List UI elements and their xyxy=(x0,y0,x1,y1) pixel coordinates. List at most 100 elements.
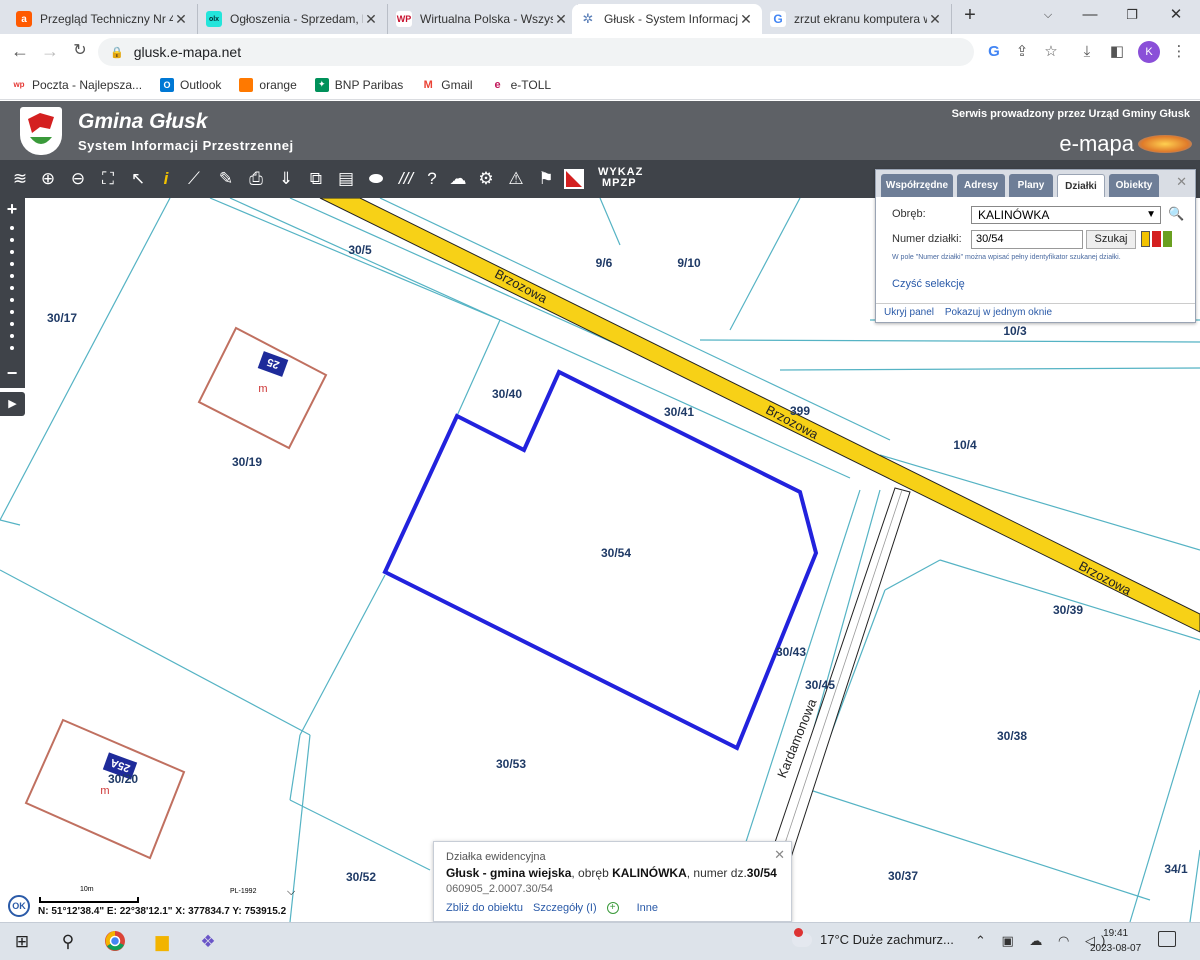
window-icon[interactable]: ▤ xyxy=(334,167,358,191)
zoom-step[interactable] xyxy=(10,346,14,350)
close-popup-icon[interactable]: ✕ xyxy=(774,847,785,863)
copilot-icon[interactable]: ❖ xyxy=(196,930,220,954)
search-icon[interactable]: 🔍 xyxy=(1168,206,1184,222)
close-tab-icon[interactable]: ✕ xyxy=(553,11,569,28)
tab-wspolrzedne[interactable]: Współrzędne xyxy=(881,174,953,197)
bookmark-gmail[interactable]: M Gmail xyxy=(421,77,473,92)
reload-button[interactable]: ↻ xyxy=(68,40,92,64)
tab-adresy[interactable]: Adresy xyxy=(957,174,1005,197)
zoom-out-icon[interactable]: ⊖ xyxy=(66,167,90,191)
other-link[interactable]: Inne xyxy=(637,902,658,914)
details-link[interactable]: Szczegóły (I) xyxy=(533,902,597,914)
zoom-step[interactable] xyxy=(10,238,14,242)
back-button[interactable]: ← xyxy=(8,40,32,64)
ok-button[interactable]: OK xyxy=(8,895,30,917)
lock-icon[interactable]: 🔒 xyxy=(110,46,124,59)
shape-icon[interactable]: ⬬ xyxy=(364,167,388,191)
download-cloud-icon[interactable]: ☁ xyxy=(446,167,470,191)
zoom-step[interactable] xyxy=(10,250,14,254)
zoom-step[interactable] xyxy=(10,298,14,302)
zoom-step[interactable] xyxy=(10,310,14,314)
close-tab-icon[interactable]: ✕ xyxy=(363,11,379,28)
new-tab-button[interactable]: + xyxy=(950,4,990,30)
clock[interactable]: 19:41 2023-08-07 xyxy=(1090,926,1141,956)
clear-selection-link[interactable]: Czyść selekcję xyxy=(892,278,965,290)
close-tab-icon[interactable]: ✕ xyxy=(927,11,943,28)
color-swatch-green[interactable] xyxy=(1163,231,1172,247)
browser-tab[interactable]: G zrzut ekranu komputera w ✕ xyxy=(762,4,952,34)
side-panel-icon[interactable]: ◧ xyxy=(1106,41,1128,63)
markers-icon[interactable]: ⚑ xyxy=(534,167,558,191)
browser-tab[interactable]: olx Ogłoszenia - Sprzedam, k ✕ xyxy=(198,4,388,34)
settings-gears-icon[interactable]: ⚙ xyxy=(474,167,498,191)
bookmark-bnp[interactable]: ✦ BNP Paribas xyxy=(314,77,403,92)
minimize-button[interactable]: — xyxy=(1070,4,1110,30)
layers-icon[interactable]: ≋ xyxy=(8,167,32,191)
zoom-step[interactable] xyxy=(10,286,14,290)
close-window-button[interactable]: ✕ xyxy=(1156,4,1196,30)
zoom-in-icon[interactable]: ⊕ xyxy=(36,167,60,191)
hatch-icon[interactable]: /// xyxy=(394,167,418,191)
obreb-select[interactable]: KALINÓWKA ▼ xyxy=(971,206,1161,224)
restore-button[interactable]: ❐ xyxy=(1112,4,1152,30)
pin-icon[interactable]: ⇓ xyxy=(274,167,298,191)
zoom-extent-icon[interactable]: ⛶ xyxy=(96,167,120,191)
close-tab-icon[interactable]: ✕ xyxy=(173,11,189,28)
close-panel-icon[interactable]: ✕ xyxy=(1176,174,1187,190)
measure-area-icon[interactable]: ✎ xyxy=(214,167,238,191)
browser-tab[interactable]: WP Wirtualna Polska - Wszyst ✕ xyxy=(388,4,578,34)
zoom-plus-button[interactable]: + xyxy=(3,199,21,220)
zoom-step[interactable] xyxy=(10,334,14,338)
emapa-logo[interactable] xyxy=(1138,135,1192,153)
zoom-minus-button[interactable]: − xyxy=(3,363,21,384)
tab-search-icon[interactable]: ⌵ xyxy=(1028,4,1068,30)
file-explorer-icon[interactable]: ▆ xyxy=(150,930,174,954)
zoom-slider[interactable]: + − xyxy=(0,198,25,388)
zoom-step[interactable] xyxy=(10,262,14,266)
selected-parcel-outline[interactable] xyxy=(382,369,819,751)
expand-panel-button[interactable]: ▶ xyxy=(0,392,25,416)
search-button[interactable]: Szukaj xyxy=(1086,230,1136,249)
browser-tab[interactable]: a Przegląd Techniczny Nr 44 ✕ xyxy=(8,4,198,34)
windows-start-icon[interactable]: ⊞ xyxy=(10,930,34,954)
url-field[interactable]: 🔒 glusk.e-mapa.net xyxy=(98,38,974,66)
color-swatch-yellow[interactable] xyxy=(1141,231,1150,247)
menu-kebab-icon[interactable]: ⋮ xyxy=(1168,41,1190,63)
copy-icon[interactable]: ⧉ xyxy=(304,167,328,191)
zoom-step[interactable] xyxy=(10,322,14,326)
forward-button[interactable]: → xyxy=(38,40,62,64)
taskbar-search-icon[interactable]: ⚲ xyxy=(56,930,80,954)
zoom-step[interactable] xyxy=(10,226,14,230)
plus-circle-icon[interactable]: + xyxy=(606,902,619,914)
bookmark-star-icon[interactable]: ☆ xyxy=(1040,41,1062,63)
zoom-step[interactable] xyxy=(10,274,14,278)
single-window-link[interactable]: Pokazuj w jednym oknie xyxy=(945,307,1052,318)
browser-tab-active[interactable]: ✲ Głusk - System Informacji ✕ xyxy=(572,4,762,34)
bookmark-orange[interactable]: orange xyxy=(239,77,297,92)
download-icon[interactable]: ⤓ xyxy=(1076,41,1098,63)
info-icon[interactable]: i xyxy=(154,167,178,191)
profile-avatar[interactable]: K xyxy=(1138,41,1160,63)
share-icon[interactable]: ⇪ xyxy=(1011,41,1033,63)
tab-dzialki[interactable]: Działki xyxy=(1057,174,1105,197)
bookmark-etoll[interactable]: e e-TOLL xyxy=(490,77,551,92)
google-translate-icon[interactable]: G xyxy=(983,41,1005,63)
print-icon[interactable]: ⎙ xyxy=(244,167,268,191)
select-arrow-icon[interactable]: ↖ xyxy=(126,167,150,191)
zoom-to-object-link[interactable]: Zbliż do obiektu xyxy=(446,902,523,914)
warning-icon[interactable]: ⚠ xyxy=(504,167,528,191)
measure-distance-icon[interactable]: ⟋ xyxy=(182,167,206,191)
chrome-icon[interactable] xyxy=(103,930,127,954)
bookmark-poczta[interactable]: wp Poczta - Najlepsza... xyxy=(12,77,142,92)
help-icon[interactable]: ? xyxy=(420,167,444,191)
parcel-number-input[interactable]: 30/54 xyxy=(971,230,1083,249)
hide-panel-link[interactable]: Ukryj panel xyxy=(884,307,934,318)
color-swatch-red[interactable] xyxy=(1152,231,1161,247)
tab-plany[interactable]: Plany xyxy=(1009,174,1053,197)
no-entry-icon[interactable] xyxy=(564,169,584,189)
notifications-icon[interactable] xyxy=(1158,931,1176,947)
tab-obiekty[interactable]: Obiekty xyxy=(1109,174,1159,197)
weather-widget[interactable]: 17°C Duże zachmurz... xyxy=(792,927,954,947)
crs-dropdown-icon[interactable]: ⌵ xyxy=(287,886,295,899)
wykaz-mpzp-button[interactable]: WYKAZ MPZP xyxy=(598,167,643,189)
